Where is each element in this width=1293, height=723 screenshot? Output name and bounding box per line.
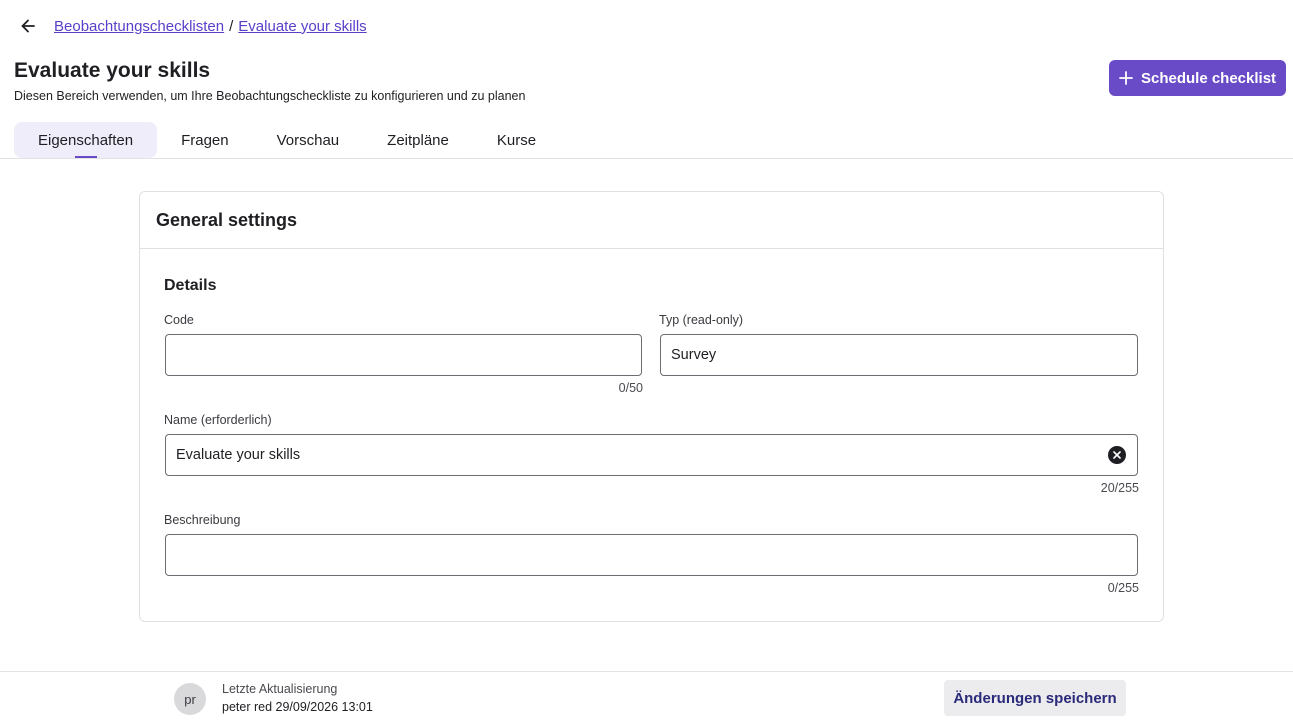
last-update-info: peter red 29/09/2026 13:01: [222, 700, 373, 714]
tab-eigenschaften[interactable]: Eigenschaften: [14, 122, 158, 158]
breadcrumb-link-checklists[interactable]: Beobachtungschecklisten: [54, 18, 224, 35]
last-update-label: Letzte Aktualisierung: [222, 682, 338, 696]
schedule-checklist-label: Schedule checklist: [1140, 69, 1277, 87]
tab-vorschau[interactable]: Vorschau: [253, 122, 364, 158]
type-field: [660, 334, 1138, 376]
name-char-count: 20/255: [1100, 481, 1139, 495]
page-subtitle: Diesen Bereich verwenden, um Ihre Beobac…: [14, 89, 526, 103]
description-label: Beschreibung: [164, 513, 241, 527]
save-changes-button[interactable]: Änderungen speichern: [944, 680, 1126, 716]
breadcrumb-separator: /: [229, 17, 234, 35]
schedule-checklist-button[interactable]: Schedule checklist: [1109, 60, 1286, 96]
avatar: pr: [174, 683, 206, 715]
code-input[interactable]: [165, 334, 642, 376]
card-header: General settings: [140, 192, 1163, 249]
tab-bar: Eigenschaften Fragen Vorschau Zeitpläne …: [14, 122, 560, 158]
details-section-title: Details: [164, 277, 217, 294]
code-label: Code: [164, 313, 194, 327]
clear-circle-icon[interactable]: [1108, 446, 1126, 464]
code-char-count: 0/50: [618, 381, 643, 395]
tab-fragen[interactable]: Fragen: [157, 122, 253, 158]
type-label: Typ (read-only): [659, 313, 744, 327]
description-input[interactable]: [165, 534, 1138, 576]
tabs-divider: [0, 158, 1293, 159]
description-char-count: 0/255: [1107, 581, 1139, 595]
breadcrumb-link-current[interactable]: Evaluate your skills: [238, 18, 366, 35]
name-input[interactable]: [165, 434, 1138, 476]
page-title: Evaluate your skills: [14, 59, 211, 82]
footer-divider: [0, 671, 1293, 672]
page: Beobachtungschecklisten / Evaluate your …: [0, 0, 1293, 723]
back-arrow-icon[interactable]: [14, 12, 42, 40]
plus-icon: [1119, 71, 1133, 85]
breadcrumb: Beobachtungschecklisten / Evaluate your …: [14, 12, 367, 40]
name-label: Name (erforderlich): [164, 413, 272, 427]
card-title: General settings: [156, 209, 298, 230]
general-settings-card: General settings Details Code 0/50 Typ (…: [139, 191, 1164, 622]
tab-zeitplaene[interactable]: Zeitpläne: [363, 122, 473, 158]
tab-kurse[interactable]: Kurse: [473, 122, 560, 158]
